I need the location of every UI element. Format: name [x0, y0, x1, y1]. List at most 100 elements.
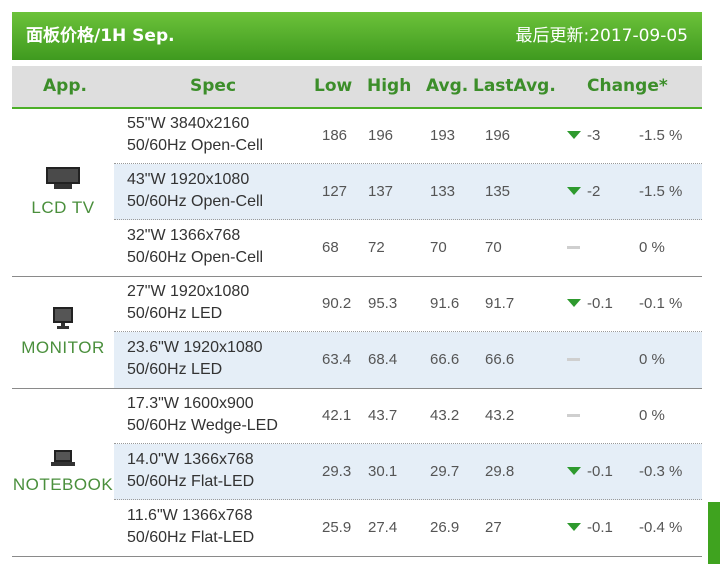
change-cell: -3 — [587, 127, 601, 144]
spec-cell: 23.6"W 1920x1080 50/60Hz LED — [127, 337, 263, 381]
app-cell: NOTEBOOK — [12, 388, 114, 556]
avg-cell: 133 — [430, 183, 456, 200]
high-cell: 30.1 — [368, 463, 398, 480]
lastavg-cell: 70 — [485, 239, 502, 256]
app-label: NOTEBOOK — [12, 475, 114, 494]
spec-size: 11.6"W 1366x768 — [127, 507, 253, 524]
down-arrow-icon — [567, 131, 581, 139]
spec-size: 55"W 3840x2160 — [127, 115, 250, 132]
spec-cell: 14.0"W 1366x768 50/60Hz Flat-LED — [127, 449, 254, 493]
table-row: 14.0"W 1366x768 50/60Hz Flat-LED 29.3 30.1 2… — [114, 444, 702, 500]
change-cell: -0.1 — [587, 463, 613, 480]
column-header-spec: Spec — [190, 76, 237, 96]
table-row: 11.6"W 1366x768 50/60Hz Flat-LED 25.9 27.4 2… — [114, 500, 702, 556]
monitor-icon — [51, 306, 75, 335]
table-row: 17.3"W 1600x900 50/60Hz Wedge-LED 42.1 43.7… — [114, 388, 702, 444]
spec-cell: 43"W 1920x1080 50/60Hz Open-Cell — [127, 169, 263, 213]
tv-icon — [45, 166, 81, 195]
spec-cell: 27"W 1920x1080 50/60Hz LED — [127, 281, 249, 325]
low-cell: 186 — [322, 127, 348, 144]
spec-detail: 50/60Hz Wedge-LED — [127, 417, 278, 434]
change-cell: -2 — [587, 183, 601, 200]
lastavg-cell: 66.6 — [485, 351, 515, 368]
title-banner: 面板价格/1H Sep. 最后更新:2017-09-05 — [12, 12, 702, 60]
change-percent-cell: -1.5 % — [639, 183, 683, 200]
change-percent-cell: 0 % — [639, 407, 665, 424]
column-header-lastavg: LastAvg. — [473, 76, 556, 96]
spec-cell: 55"W 3840x2160 50/60Hz Open-Cell — [127, 113, 263, 157]
change-percent-cell: -0.1 % — [639, 295, 683, 312]
change-cell: -0.1 — [587, 519, 613, 536]
page-title: 面板价格/1H Sep. — [26, 26, 175, 46]
spec-detail: 50/60Hz Open-Cell — [127, 249, 264, 266]
column-header-avg: Avg. — [426, 76, 469, 96]
spec-size: 14.0"W 1366x768 — [127, 451, 254, 468]
spec-size: 32"W 1366x768 — [127, 227, 241, 244]
change-percent-cell: -0.3 % — [639, 463, 683, 480]
high-cell: 72 — [368, 239, 385, 256]
down-arrow-icon — [567, 299, 581, 307]
avg-cell: 26.9 — [430, 519, 460, 536]
spec-size: 23.6"W 1920x1080 — [127, 339, 263, 356]
app-cell: LCD TV — [12, 108, 114, 276]
avg-cell: 91.6 — [430, 295, 460, 312]
spec-size: 17.3"W 1600x900 — [127, 395, 254, 412]
table-row: 23.6"W 1920x1080 50/60Hz LED 63.4 68.4 66.6 6… — [114, 332, 702, 388]
table-row: 27"W 1920x1080 50/60Hz LED 90.2 95.3 91.6 91.… — [114, 276, 702, 332]
high-cell: 196 — [368, 127, 394, 144]
spec-cell: 32"W 1366x768 50/60Hz Open-Cell — [127, 225, 263, 269]
spec-cell: 11.6"W 1366x768 50/60Hz Flat-LED — [127, 505, 254, 549]
low-cell: 68 — [322, 239, 339, 256]
high-cell: 43.7 — [368, 407, 398, 424]
lastavg-cell: 196 — [485, 127, 511, 144]
lastavg-cell: 27 — [485, 519, 502, 536]
table-row: 55"W 3840x2160 50/60Hz Open-Cell 186 196 193… — [114, 108, 702, 164]
low-cell: 63.4 — [322, 351, 352, 368]
column-header-change: Change* — [587, 76, 668, 96]
app-cell: MONITOR — [12, 276, 114, 388]
no-change-dash-icon — [567, 414, 580, 417]
lastavg-cell: 91.7 — [485, 295, 515, 312]
spec-detail: 50/60Hz Flat-LED — [127, 473, 255, 490]
change-cell: -0.1 — [587, 295, 613, 312]
avg-cell: 43.2 — [430, 407, 460, 424]
spec-size: 43"W 1920x1080 — [127, 171, 250, 188]
low-cell: 42.1 — [322, 407, 352, 424]
avg-cell: 70 — [430, 239, 447, 256]
table-row: 32"W 1366x768 50/60Hz Open-Cell 68 72 70 70 0 … — [114, 220, 702, 276]
low-cell: 25.9 — [322, 519, 352, 536]
change-percent-cell: 0 % — [639, 239, 665, 256]
spec-detail: 50/60Hz Flat-LED — [127, 529, 255, 546]
laptop-icon — [50, 449, 76, 472]
high-cell: 68.4 — [368, 351, 398, 368]
change-percent-cell: 0 % — [639, 351, 665, 368]
scrollbar-thumb[interactable] — [708, 502, 720, 564]
low-cell: 90.2 — [322, 295, 352, 312]
spec-size: 27"W 1920x1080 — [127, 283, 250, 300]
product-group: MONITOR 27"W 1920x1080 50/60Hz LED 90.2 95.3… — [12, 276, 702, 389]
high-cell: 95.3 — [368, 295, 398, 312]
down-arrow-icon — [567, 187, 581, 195]
low-cell: 127 — [322, 183, 348, 200]
high-cell: 27.4 — [368, 519, 398, 536]
table-header: App. Spec Low High Avg. LastAvg. Change* — [12, 66, 702, 109]
column-header-app: App. — [43, 76, 87, 96]
avg-cell: 66.6 — [430, 351, 460, 368]
down-arrow-icon — [567, 523, 581, 531]
lastavg-cell: 135 — [485, 183, 511, 200]
column-header-high: High — [367, 76, 412, 96]
no-change-dash-icon — [567, 358, 580, 361]
last-updated: 最后更新:2017-09-05 — [515, 26, 688, 46]
product-group: NOTEBOOK 17.3"W 1600x900 50/60Hz Wedge-LED… — [12, 388, 702, 557]
change-percent-cell: -1.5 % — [639, 127, 683, 144]
avg-cell: 193 — [430, 127, 456, 144]
product-group: LCD TV 55"W 3840x2160 50/60Hz Open-Cell 186… — [12, 108, 702, 277]
lastavg-cell: 43.2 — [485, 407, 515, 424]
app-label: LCD TV — [31, 198, 95, 217]
column-header-low: Low — [314, 76, 353, 96]
low-cell: 29.3 — [322, 463, 352, 480]
high-cell: 137 — [368, 183, 394, 200]
no-change-dash-icon — [567, 246, 580, 249]
lastavg-cell: 29.8 — [485, 463, 515, 480]
spec-detail: 50/60Hz LED — [127, 361, 223, 378]
